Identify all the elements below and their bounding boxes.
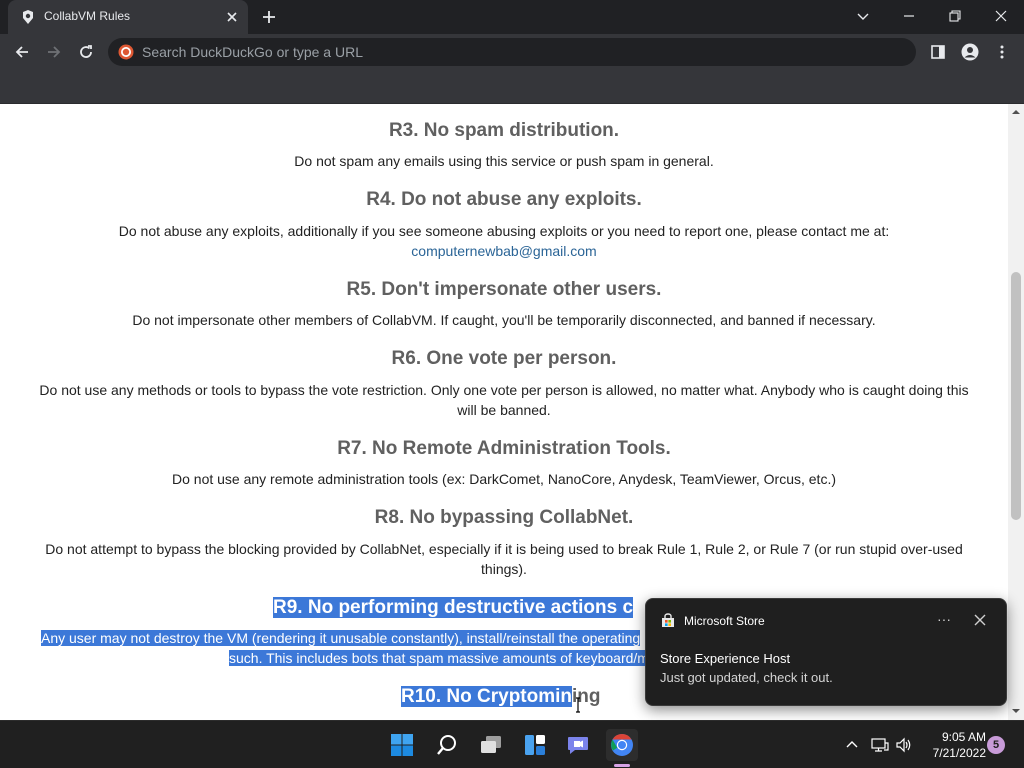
contact-email-link[interactable]: computernewbab@gmail.com bbox=[30, 241, 978, 261]
rule-title-r10-selection: R10. No Cryptomin bbox=[401, 686, 573, 707]
windows-taskbar: 9:05 AM 7/21/2022 5 bbox=[0, 720, 1024, 768]
tab-collabvm-rules[interactable]: CollabVM Rules bbox=[8, 0, 248, 34]
rule-text-r5: Do not impersonate other members of Coll… bbox=[132, 312, 876, 328]
side-panel-button[interactable] bbox=[926, 40, 950, 64]
rule-text-r6-line2: will be banned. bbox=[457, 402, 551, 418]
tab-title: CollabVM Rules bbox=[44, 9, 131, 23]
page-scrollbar[interactable] bbox=[1008, 104, 1024, 720]
forward-button[interactable] bbox=[42, 40, 66, 64]
microsoft-store-icon bbox=[662, 613, 674, 627]
widgets-button[interactable] bbox=[519, 729, 551, 761]
rule-title-r9-selection: R9. No performing destructive actions c bbox=[273, 597, 634, 618]
tab-strip: CollabVM Rules bbox=[0, 0, 1024, 34]
rule-title-r9: R9. No performing destructive actions c bbox=[273, 597, 634, 619]
restore-icon bbox=[949, 10, 961, 22]
chrome-icon bbox=[611, 734, 633, 756]
scroll-up-icon[interactable] bbox=[1012, 108, 1020, 116]
store-notification-toast[interactable]: Microsoft Store ··· Store Experience Hos… bbox=[645, 598, 1007, 706]
chrome-taskbar-button[interactable] bbox=[606, 729, 638, 761]
menu-button[interactable] bbox=[990, 40, 1014, 64]
rule-text-r9-line2: such. This includes bots that spam massi… bbox=[229, 648, 649, 668]
show-hidden-icons-button[interactable] bbox=[842, 735, 862, 755]
address-bar-placeholder: Search DuckDuckGo or type a URL bbox=[142, 44, 363, 60]
restore-button[interactable] bbox=[932, 0, 978, 32]
start-button[interactable] bbox=[386, 729, 418, 761]
close-tab-icon[interactable] bbox=[224, 9, 240, 25]
rule-title-r7: R7. No Remote Administration Tools. bbox=[337, 438, 671, 459]
back-button[interactable] bbox=[10, 40, 34, 64]
active-app-indicator bbox=[614, 764, 630, 767]
toast-body: Just got updated, check it out. bbox=[660, 670, 833, 685]
duckduckgo-icon bbox=[118, 44, 134, 60]
rule-text-r4: Do not abuse any exploits, additionally … bbox=[118, 223, 890, 239]
chevron-up-icon bbox=[846, 741, 858, 748]
browser-toolbar: Search DuckDuckGo or type a URL bbox=[0, 34, 1024, 70]
rule-text-r8-line2: things). bbox=[481, 561, 527, 577]
clock-date: 7/21/2022 bbox=[932, 746, 986, 760]
close-window-button[interactable] bbox=[978, 0, 1024, 32]
profile-button[interactable] bbox=[958, 40, 982, 64]
rule-text-r8-line1: Do not attempt to bypass the blocking pr… bbox=[45, 541, 963, 557]
text-cursor-icon bbox=[576, 697, 580, 713]
minimize-button[interactable] bbox=[886, 0, 932, 32]
search-icon bbox=[437, 735, 456, 755]
rule-text-r9-line1-selection: Any user may not destroy the VM (renderi… bbox=[41, 630, 641, 646]
arrow-right-icon bbox=[48, 46, 61, 58]
close-icon bbox=[995, 10, 1007, 22]
rule-text-r9-line1: Any user may not destroy the VM (renderi… bbox=[41, 628, 641, 648]
address-bar[interactable]: Search DuckDuckGo or type a URL bbox=[108, 38, 916, 66]
bookmarks-bar bbox=[0, 70, 1024, 104]
teams-chat-button[interactable] bbox=[562, 729, 594, 761]
rule-text-r7: Do not use any remote administration too… bbox=[172, 471, 836, 487]
toast-app-name: Microsoft Store bbox=[684, 614, 765, 628]
tab-search-button[interactable] bbox=[840, 0, 886, 32]
taskbar-clock[interactable]: 9:05 AM 7/21/2022 bbox=[916, 729, 986, 761]
side-panel-icon bbox=[931, 45, 945, 59]
rule-title-r3: R3. No spam distribution. bbox=[388, 120, 620, 141]
volume-tray-button[interactable] bbox=[894, 735, 914, 755]
start-icon bbox=[391, 734, 413, 756]
toast-close-icon[interactable] bbox=[972, 612, 988, 628]
task-view-button[interactable] bbox=[475, 729, 507, 761]
widgets-icon bbox=[525, 735, 545, 755]
rule-text-r9-line2-selection: such. This includes bots that spam massi… bbox=[229, 650, 649, 666]
scroll-down-icon[interactable] bbox=[1012, 707, 1020, 715]
network-icon bbox=[871, 738, 889, 752]
reload-button[interactable] bbox=[74, 40, 98, 64]
rule-text-r3: Do not spam any emails using this servic… bbox=[294, 153, 714, 169]
chevron-down-icon bbox=[857, 13, 869, 20]
rule-title-r10: R10. No Cryptomining bbox=[401, 686, 601, 708]
profile-icon bbox=[961, 43, 979, 61]
clock-time: 9:05 AM bbox=[941, 730, 986, 744]
collabvm-favicon-icon bbox=[23, 10, 33, 24]
rule-title-r4: R4. Do not abuse any exploits. bbox=[366, 189, 642, 210]
rule-title-r6: R6. One vote per person. bbox=[391, 348, 617, 369]
rule-title-r8: R8. No bypassing CollabNet. bbox=[374, 507, 634, 528]
network-tray-button[interactable] bbox=[870, 735, 890, 755]
scrollbar-thumb[interactable] bbox=[1011, 272, 1021, 520]
rule-title-r5: R5. Don't impersonate other users. bbox=[346, 279, 662, 300]
more-vertical-icon bbox=[1000, 45, 1004, 59]
arrow-left-icon bbox=[15, 46, 28, 58]
reload-icon bbox=[80, 45, 92, 58]
volume-icon bbox=[896, 737, 911, 753]
task-view-icon bbox=[481, 736, 501, 753]
taskbar-search-button[interactable] bbox=[431, 729, 463, 761]
toast-title: Store Experience Host bbox=[660, 651, 791, 666]
rule-text-r6-line1: Do not use any methods or tools to bypas… bbox=[39, 382, 969, 398]
new-tab-icon[interactable] bbox=[261, 9, 277, 25]
notification-count-badge[interactable]: 5 bbox=[987, 736, 1005, 754]
teams-chat-icon bbox=[568, 737, 588, 754]
minimize-icon bbox=[904, 15, 914, 17]
toast-more-options-button[interactable]: ··· bbox=[932, 609, 956, 631]
